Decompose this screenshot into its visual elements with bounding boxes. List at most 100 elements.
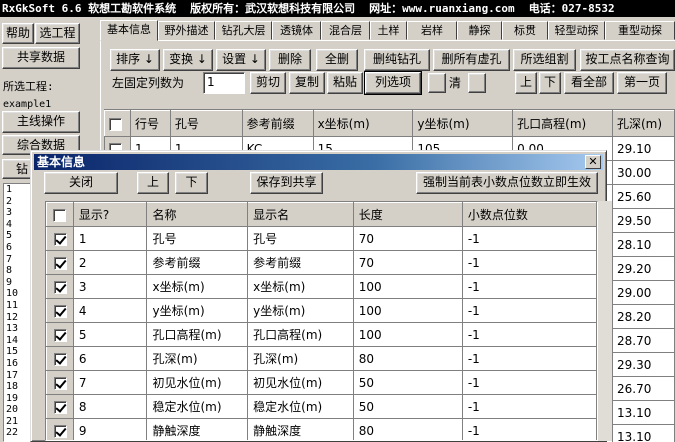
settings-button[interactable]: 设置 ↓ xyxy=(216,49,266,71)
list-item[interactable]: 10 xyxy=(4,288,30,300)
tab-rock-sample[interactable]: 岩样 xyxy=(407,21,457,40)
first-page-button[interactable]: 第一页 xyxy=(617,72,667,94)
table-cell[interactable]: 29.50 xyxy=(612,208,675,233)
table-cell[interactable]: 13.10 xyxy=(612,400,675,425)
select-all-header[interactable] xyxy=(104,110,131,137)
display-name-cell[interactable]: 孔口高程(m) xyxy=(247,322,354,347)
tab-soil-sample[interactable]: 土样 xyxy=(370,21,407,40)
table-cell[interactable]: 28.20 xyxy=(612,304,675,329)
display-name-cell[interactable]: 静触深度 xyxy=(247,418,354,440)
list-item[interactable]: 22 xyxy=(4,427,30,439)
display-name-cell[interactable]: 初见水位(m) xyxy=(247,370,354,395)
list-item[interactable]: 8 xyxy=(4,265,30,277)
length-cell[interactable]: 100 xyxy=(352,274,463,299)
select-project-button[interactable]: 选工程 xyxy=(35,23,80,44)
table-row[interactable]: 3 x坐标(m) x坐标(m) 100 -1 xyxy=(46,274,597,299)
view-all-button[interactable]: 看全部 xyxy=(564,72,614,94)
decimals-cell[interactable]: -1 xyxy=(461,346,597,371)
length-cell[interactable]: 100 xyxy=(352,298,463,323)
decimals-cell[interactable]: -1 xyxy=(461,394,597,419)
cut-button[interactable]: 剪切 xyxy=(250,72,286,94)
delete-virtual-holes-button[interactable]: 删所有虚孔 xyxy=(433,49,510,71)
vertical-scrollbar[interactable] xyxy=(598,201,612,441)
help-button[interactable]: 帮助 xyxy=(2,23,34,44)
display-name-cell[interactable]: 孔号 xyxy=(247,226,354,251)
fixed-cols-input[interactable]: 1 xyxy=(203,72,245,94)
table-cell[interactable]: 25.60 xyxy=(612,184,675,209)
list-item[interactable]: 16 xyxy=(4,358,30,370)
list-item[interactable]: 15 xyxy=(4,346,30,358)
tab-drill-layers[interactable]: 钻孔大层 xyxy=(215,21,272,40)
decimals-cell[interactable]: -1 xyxy=(461,418,597,440)
tab-basic-info[interactable]: 基本信息 xyxy=(100,20,158,41)
selected-group-button[interactable]: 所选组割 xyxy=(513,49,576,71)
visible-checkbox[interactable] xyxy=(54,256,67,270)
main-operation-button[interactable]: 主线操作 xyxy=(2,111,80,133)
table-cell[interactable]: 13.10 xyxy=(612,424,675,442)
display-name-cell[interactable]: 稳定水位(m) xyxy=(247,394,354,419)
decimals-cell[interactable]: -1 xyxy=(461,274,597,299)
table-row[interactable]: 8 稳定水位(m) 稳定水位(m) 50 -1 xyxy=(46,394,597,419)
length-cell[interactable]: 80 xyxy=(352,418,463,440)
decimals-cell[interactable]: -1 xyxy=(461,370,597,395)
list-item[interactable]: 18 xyxy=(4,381,30,393)
table-cell[interactable]: 28.10 xyxy=(612,232,675,257)
display-name-cell[interactable]: 参考前缀 xyxy=(247,250,354,275)
tab-cpt[interactable]: 静探 xyxy=(457,21,502,40)
table-cell[interactable]: 30.00 xyxy=(612,160,675,185)
table-row[interactable]: 6 孔深(m) 孔深(m) 80 -1 xyxy=(46,346,597,371)
force-decimal-button[interactable]: 强制当前表小数点位数立即生效 xyxy=(416,172,598,194)
move-down-button[interactable]: 下 xyxy=(175,172,208,194)
table-row[interactable]: 9 静触深度 静触深度 80 -1 xyxy=(46,418,597,440)
decimals-cell[interactable]: -1 xyxy=(461,298,597,323)
table-cell[interactable]: 29.20 xyxy=(612,256,675,281)
table-cell[interactable]: 29.00 xyxy=(612,280,675,305)
table-row[interactable]: 4 y坐标(m) y坐标(m) 100 -1 xyxy=(46,298,597,323)
length-cell[interactable]: 70 xyxy=(352,250,463,275)
select-all-checkbox[interactable] xyxy=(53,208,66,222)
display-name-cell[interactable]: x坐标(m) xyxy=(247,274,354,299)
list-item[interactable]: 14 xyxy=(4,335,30,347)
list-item[interactable]: 1 xyxy=(4,184,30,196)
tab-heavy-dpt[interactable]: 重型动探 xyxy=(605,21,675,40)
color-picker-1[interactable] xyxy=(428,73,446,93)
visible-checkbox[interactable] xyxy=(54,424,67,438)
record-list[interactable]: 1 2 3 4 5 6 7 8 9 10 11 12 13 14 15 16 1… xyxy=(3,183,31,442)
tab-light-dpt[interactable]: 轻型动探 xyxy=(548,21,605,40)
sort-button[interactable]: 排序 ↓ xyxy=(110,49,160,71)
list-item[interactable]: 3 xyxy=(4,207,30,219)
table-cell[interactable]: 26.70 xyxy=(612,376,675,401)
tab-field-description[interactable]: 野外描述 xyxy=(158,21,215,40)
list-item[interactable]: 12 xyxy=(4,312,30,324)
list-item[interactable]: 17 xyxy=(4,370,30,382)
tab-mixed-layer[interactable]: 混合层 xyxy=(321,21,370,40)
length-cell[interactable]: 70 xyxy=(352,226,463,251)
select-all-header[interactable] xyxy=(46,202,74,227)
display-name-cell[interactable]: 孔深(m) xyxy=(247,346,354,371)
delete-pure-holes-button[interactable]: 删纯钻孔 xyxy=(364,49,430,71)
transform-button[interactable]: 变换 ↓ xyxy=(163,49,213,71)
visible-checkbox[interactable] xyxy=(54,328,67,342)
move-up-button[interactable]: 上 xyxy=(137,172,169,194)
column-header[interactable]: 长度 xyxy=(352,202,463,227)
table-row[interactable]: 1 孔号 孔号 70 -1 xyxy=(46,226,597,251)
delete-all-button[interactable]: 全删 xyxy=(316,49,358,71)
list-item[interactable]: 6 xyxy=(4,242,30,254)
color-picker-2[interactable] xyxy=(468,73,486,93)
column-header[interactable]: 名称 xyxy=(146,202,249,227)
column-header[interactable]: 显示名 xyxy=(247,202,354,227)
close-icon[interactable]: ✕ xyxy=(585,155,601,169)
list-item[interactable]: 4 xyxy=(4,219,30,231)
column-header[interactable]: y坐标(m) xyxy=(412,110,514,137)
column-header[interactable]: 行号 xyxy=(129,110,171,137)
close-button[interactable]: 关闭 xyxy=(44,172,118,194)
table-row[interactable]: 2 参考前缀 参考前缀 70 -1 xyxy=(46,250,597,275)
table-row[interactable]: 5 孔口高程(m) 孔口高程(m) 100 -1 xyxy=(46,322,597,347)
visible-checkbox[interactable] xyxy=(54,352,67,366)
column-header[interactable]: x坐标(m) xyxy=(312,110,414,137)
table-row[interactable]: 7 初见水位(m) 初见水位(m) 50 -1 xyxy=(46,370,597,395)
list-item[interactable]: 7 xyxy=(4,254,30,266)
list-item[interactable]: 13 xyxy=(4,323,30,335)
share-data-button[interactable]: 共享数据 xyxy=(2,47,80,69)
column-header[interactable]: 孔号 xyxy=(169,110,243,137)
